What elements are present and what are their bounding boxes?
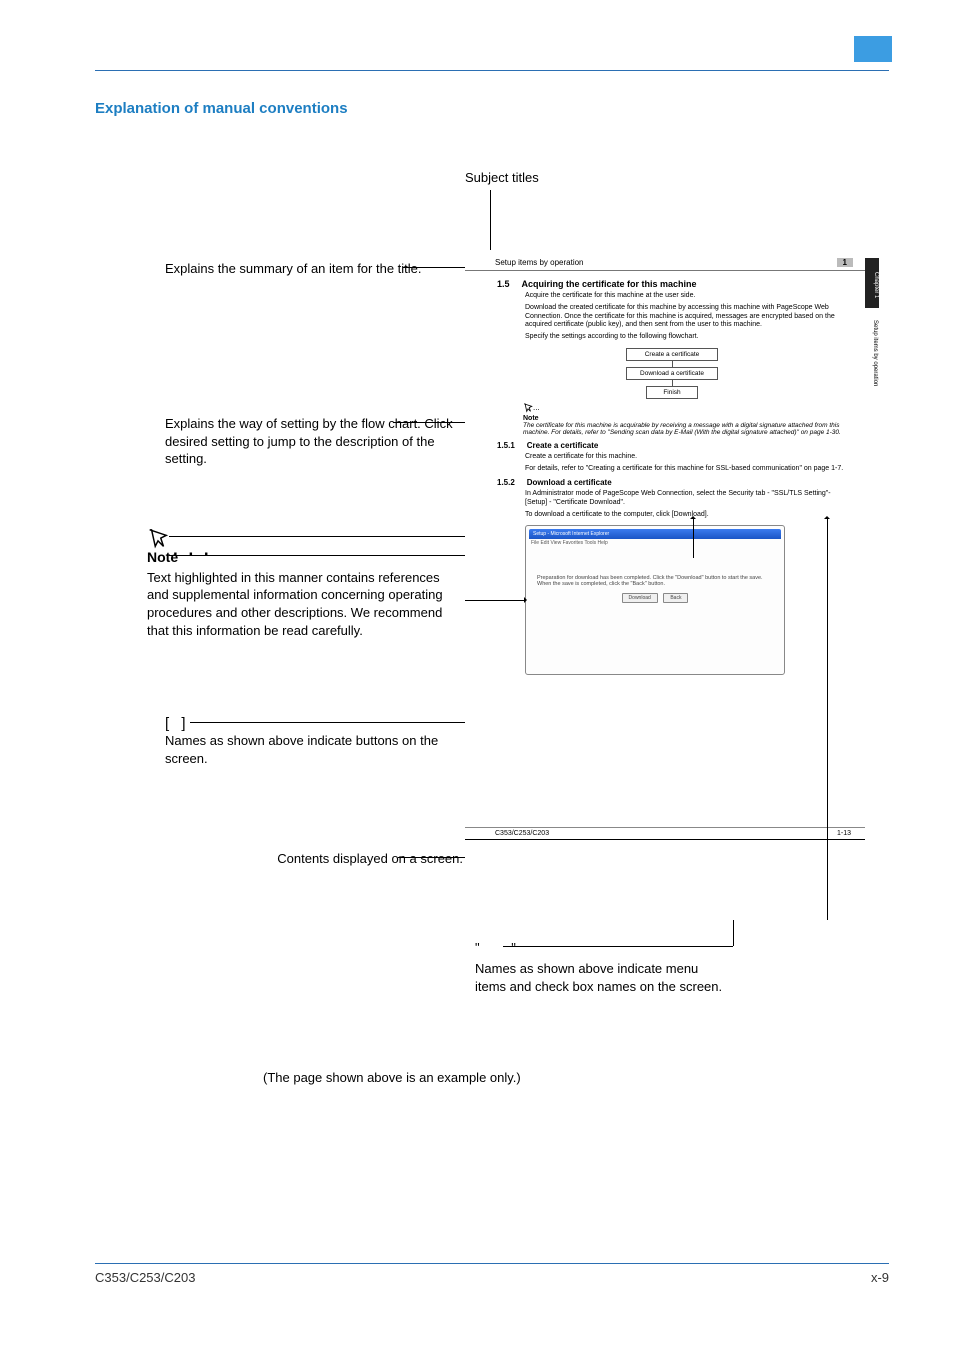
- callout-menu-names: Names as shown above indicate menu items…: [475, 960, 725, 995]
- callout-screen-contents: Contents displayed on a screen.: [183, 850, 463, 868]
- flow-box: Create a certificate: [626, 348, 718, 361]
- connector-line: [393, 422, 465, 423]
- screenshot-titlebar: Setup - Microsoft Internet Explorer: [529, 529, 781, 539]
- connector-line: [190, 722, 465, 723]
- sample-subsection: 1.5.1 Create a certificate Create a cert…: [497, 441, 847, 474]
- flow-box: Finish: [646, 386, 698, 399]
- note-title: Note: [147, 548, 452, 567]
- sample-note-text: The certificate for this machine is acqu…: [523, 422, 847, 436]
- sample-sub-title: Create a certificate: [527, 441, 599, 450]
- connector-line: [490, 190, 491, 250]
- sample-chapter-tab: Chapter 1: [865, 258, 879, 308]
- sample-para: In Administrator mode of PageScope Web C…: [525, 490, 847, 508]
- sample-sec-num: 1.5: [497, 279, 510, 289]
- sample-header-left: Setup items by operation: [495, 258, 584, 267]
- sample-footer: C353/C253/C203 1-13: [465, 827, 865, 839]
- sample-side-text: Setup items by operation: [866, 320, 878, 386]
- connector-arrow: [827, 518, 828, 920]
- screenshot-menu: File Edit View Favorites Tools Help: [529, 539, 781, 547]
- connector-line: [733, 920, 734, 946]
- screenshot-message: Preparation for download has been comple…: [537, 575, 773, 587]
- sample-sub-title: Download a certificate: [527, 478, 612, 487]
- connector-line: [403, 267, 465, 268]
- top-rule: [95, 70, 889, 71]
- sample-note: Note The certificate for this machine is…: [523, 415, 847, 436]
- screenshot-buttons: Download Back: [537, 593, 773, 603]
- sample-screenshot: Setup - Microsoft Internet Explorer File…: [525, 525, 785, 675]
- sample-footer-left: C353/C253/C203: [495, 830, 549, 837]
- footer-right: x-9: [871, 1270, 889, 1285]
- sample-subsection: 1.5.2 Download a certificate In Administ…: [497, 478, 847, 519]
- note-icon: [523, 403, 533, 413]
- note-body: Text highlighted in this manner contains…: [147, 569, 452, 639]
- connector-line: [398, 857, 465, 858]
- sample-page: Chapter 1 Setup items by operation Setup…: [465, 250, 865, 840]
- page-heading: Explanation of manual conventions: [95, 100, 348, 117]
- note-icon: [147, 528, 169, 550]
- quotes-symbol: " ": [475, 940, 530, 955]
- callout-summary: Explains the summary of an item for the …: [165, 260, 445, 278]
- callout-buttons: Names as shown above indicate buttons on…: [165, 732, 455, 767]
- sample-header: Setup items by operation 1: [465, 250, 865, 271]
- screenshot-body: Preparation for download has been comple…: [529, 547, 781, 657]
- page-footer: C353/C253/C203 x-9: [95, 1263, 889, 1285]
- sample-para: Download the created certificate for thi…: [525, 304, 847, 330]
- connector-line: [503, 946, 733, 947]
- connector-arrow: [465, 600, 525, 601]
- sample-para: Acquire the certificate for this machine…: [525, 292, 847, 301]
- sample-note-label: Note: [523, 415, 847, 422]
- sample-sec-title: Acquiring the certificate for this machi…: [522, 279, 697, 289]
- download-button: Download: [622, 593, 658, 603]
- callout-note: Note Text highlighted in this manner con…: [147, 548, 452, 639]
- brackets-symbol: [ ]: [165, 715, 190, 732]
- sample-note-marker: ...: [523, 403, 847, 413]
- sample-para: To download a certificate to the compute…: [525, 511, 847, 520]
- sample-header-right: 1: [837, 258, 853, 267]
- sample-para: Specify the settings according to the fo…: [525, 333, 847, 342]
- sample-para: For details, refer to "Creating a certif…: [525, 465, 847, 474]
- flow-box: Download a certificate: [626, 367, 718, 380]
- sample-para: Create a certificate for this machine.: [525, 453, 847, 462]
- back-button: Back: [663, 593, 688, 603]
- diagram-area: Subject titles Explains the summary of a…: [95, 160, 865, 1120]
- chapter-tab-marker: [854, 36, 892, 62]
- footer-left: C353/C253/C203: [95, 1270, 195, 1285]
- sample-sub-num: 1.5.2: [497, 478, 515, 487]
- connector-arrow: [693, 518, 694, 558]
- example-only-text: (The page shown above is an example only…: [263, 1070, 521, 1085]
- sample-flowchart: Create a certificate Download a certific…: [607, 348, 737, 399]
- sample-sub-num: 1.5.1: [497, 441, 515, 450]
- sample-body: 1.5 Acquiring the certificate for this m…: [465, 271, 865, 679]
- subject-titles-label: Subject titles: [465, 170, 539, 185]
- sample-footer-right: 1-13: [837, 830, 851, 837]
- connector-line: [169, 536, 465, 537]
